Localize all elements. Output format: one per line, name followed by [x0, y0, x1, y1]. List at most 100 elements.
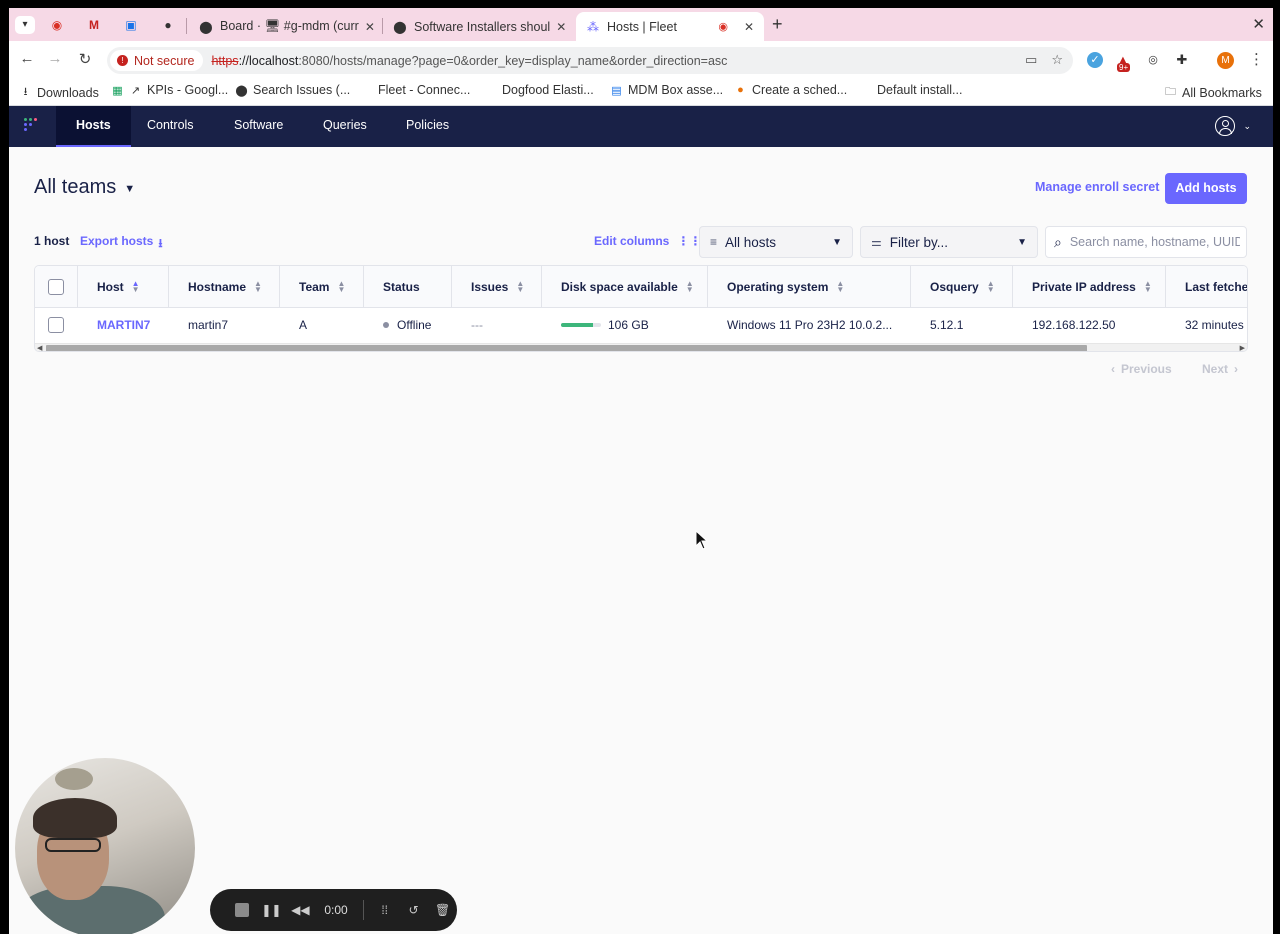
rewind-icon[interactable]: ◀◀ — [286, 903, 315, 917]
sort-icon: ▲ ▼ — [986, 278, 995, 294]
nav-queries[interactable]: Queries — [303, 106, 387, 147]
previous-page-button[interactable]: ‹ Previous — [1111, 362, 1172, 376]
sort-icon: ▲ ▼ — [131, 278, 140, 294]
last-fetched-cell: 32 minutes — [1185, 317, 1244, 332]
bookmark-downloads[interactable]: ⭳ Downloads — [19, 83, 99, 102]
bookmark-star-icon[interactable]: ☆ — [1051, 52, 1063, 68]
column-header-hostname[interactable]: Hostname ▲ ▼ — [169, 266, 280, 307]
extensions-puzzle-icon[interactable]: ✚ — [1174, 52, 1190, 68]
drag-handle-icon[interactable]: ⁞⁞ — [370, 903, 399, 917]
pinned-tab-github-icon[interactable]: ● — [158, 15, 178, 35]
user-menu[interactable]: ⌄ — [1215, 116, 1251, 136]
table-row[interactable]: MARTIN7 martin7 A Offline --- 106 GB Win… — [35, 308, 1247, 341]
close-icon[interactable]: ✕ — [359, 20, 375, 34]
edit-columns-button[interactable]: Edit columns ⋮⋮ — [594, 234, 701, 248]
fleet-top-nav: Hosts Controls Software Queries Policies… — [9, 106, 1273, 147]
scroll-left-icon[interactable]: ◀ — [37, 344, 42, 351]
team-cell: A — [299, 317, 308, 332]
nav-software[interactable]: Software — [214, 106, 303, 147]
download-icon: ⭳ — [23, 86, 28, 98]
tab-hosts-fleet[interactable]: ⁂ Hosts | Fleet ◉ ✕ — [576, 12, 764, 41]
search-input[interactable] — [1069, 235, 1240, 249]
restart-icon[interactable]: ↺ — [399, 903, 428, 917]
column-header-status[interactable]: Status — [364, 266, 452, 307]
tab-software-installers[interactable]: ⬤ Software Installers shoul ✕ — [383, 12, 575, 41]
column-header-last-fetched[interactable]: Last fetched — [1166, 266, 1247, 307]
status-filter-dropdown[interactable]: ≡ All hosts ▼ — [699, 226, 853, 258]
extension-circle-icon[interactable]: ◎ — [1145, 52, 1161, 68]
not-secure-chip[interactable]: ! Not secure — [110, 50, 204, 71]
back-arrow-icon[interactable]: ← — [17, 50, 37, 67]
pause-icon[interactable]: ❚❚ — [257, 903, 286, 917]
bookmark-fleet-connect[interactable]: Fleet - Connec... — [378, 83, 470, 97]
scroll-right-icon[interactable]: ▶ — [1240, 344, 1245, 351]
team-selector[interactable]: All teams ▼ — [34, 176, 135, 199]
pinned-tab-gmail-icon[interactable]: M — [84, 15, 104, 35]
row-checkbox[interactable] — [48, 316, 64, 333]
column-header-osquery[interactable]: Osquery ▲ ▼ — [911, 266, 1013, 307]
host-count: 1 host — [34, 234, 70, 248]
tab-search-chevron-icon[interactable]: ▾ — [15, 16, 35, 34]
chevron-left-icon: ‹ — [1111, 362, 1115, 376]
bookmark-default-install[interactable]: Default install... — [877, 83, 962, 97]
hostname-cell: martin7 — [188, 317, 229, 332]
sort-icon: ▲ ▼ — [836, 278, 845, 294]
reload-icon[interactable]: ↻ — [75, 50, 95, 68]
docs-icon: ▤ — [611, 84, 622, 97]
extension-badge-count: 9+ — [1117, 63, 1131, 72]
address-bar[interactable]: ! Not secure https://localhost:8080/host… — [107, 47, 1073, 74]
nav-controls[interactable]: Controls — [127, 106, 214, 147]
scrollbar-thumb[interactable] — [46, 345, 1087, 351]
column-header-host[interactable]: Host ▲ ▼ — [78, 266, 169, 307]
stop-recording-button[interactable] — [228, 903, 257, 918]
nav-hosts[interactable]: Hosts — [56, 106, 131, 147]
host-name-link[interactable]: MARTIN7 — [78, 308, 150, 341]
column-header-disk-space[interactable]: Disk space available ▲ ▼ — [542, 266, 708, 307]
fleet-logo-icon[interactable] — [24, 118, 41, 135]
nav-policies[interactable]: Policies — [386, 106, 469, 147]
pinned-tab-record-icon[interactable]: ◉ — [47, 15, 67, 35]
pinned-tab-calendar-icon[interactable]: ▣ — [121, 15, 141, 35]
extension-bird-icon[interactable]: ✓ — [1087, 52, 1103, 68]
bookmark-search-issues[interactable]: ⬤ Search Issues (... — [235, 83, 350, 97]
column-header-operating-system[interactable]: Operating system ▲ ▼ — [708, 266, 911, 307]
url-text[interactable]: https://localhost:8080/hosts/manage?page… — [211, 54, 727, 68]
download-icon: ⭳ — [158, 236, 163, 250]
reddit-icon: ● — [737, 84, 744, 96]
bookmark-dogfood[interactable]: Dogfood Elasti... — [502, 83, 594, 97]
add-hosts-button[interactable]: Add hosts — [1165, 173, 1247, 204]
column-header-issues[interactable]: Issues ▲ ▼ — [452, 266, 542, 307]
recording-timer: 0:00 — [324, 903, 348, 917]
manage-enroll-secret-button[interactable]: Manage enroll secret — [1035, 180, 1159, 194]
column-header-private-ip[interactable]: Private IP address ▲ ▼ — [1013, 266, 1166, 307]
bookmark-create-schedule[interactable]: ● Create a sched... — [734, 83, 847, 97]
table-header-row: Host ▲ ▼ Hostname ▲ ▼ Team ▲ ▼ Status Issues ▲ ▼… — [35, 266, 1247, 308]
camera-icon[interactable]: ▭ — [1025, 52, 1037, 68]
export-hosts-button[interactable]: Export hosts ⭳ — [80, 234, 163, 255]
warning-icon: ! — [117, 55, 128, 66]
github-icon: ⬤ — [199, 19, 213, 34]
filter-by-dropdown[interactable]: ⚌ Filter by... ▼ — [860, 226, 1038, 258]
chevron-down-icon: ▼ — [1017, 236, 1027, 248]
close-icon[interactable]: ✕ — [738, 20, 754, 34]
host-search-field[interactable]: ⌕ — [1045, 226, 1247, 258]
next-page-button[interactable]: Next › — [1202, 362, 1238, 376]
new-tab-plus-icon[interactable]: + — [772, 14, 783, 35]
trash-icon[interactable]: 🗑 — [428, 903, 457, 917]
horizontal-scrollbar[interactable]: ◀ ▶ — [35, 343, 1247, 351]
tab-board[interactable]: ⬤ Board · 🖥 #g-mdm (curr ✕ — [189, 12, 381, 41]
window-close-icon[interactable]: ✕ — [1252, 15, 1265, 33]
column-header-team[interactable]: Team ▲ ▼ — [280, 266, 364, 307]
all-bookmarks[interactable]: 🗀 All Bookmarks — [1164, 83, 1262, 102]
select-all-cell — [35, 266, 78, 307]
bookmark-kpis[interactable]: ▦ ↗ KPIs - Googl... — [111, 83, 228, 97]
browser-menu-icon[interactable]: ⋮ — [1249, 50, 1264, 68]
select-all-checkbox[interactable] — [48, 278, 64, 295]
forward-arrow-icon[interactable]: → — [45, 50, 65, 67]
close-icon[interactable]: ✕ — [550, 20, 566, 34]
bookmark-mdm-box[interactable]: ▤ MDM Box asse... — [610, 83, 723, 97]
status-dot-icon — [383, 321, 389, 328]
profile-avatar[interactable]: M — [1217, 52, 1234, 69]
folder-icon: 🗀 — [1165, 86, 1176, 98]
chevron-down-icon: ▼ — [832, 236, 842, 248]
